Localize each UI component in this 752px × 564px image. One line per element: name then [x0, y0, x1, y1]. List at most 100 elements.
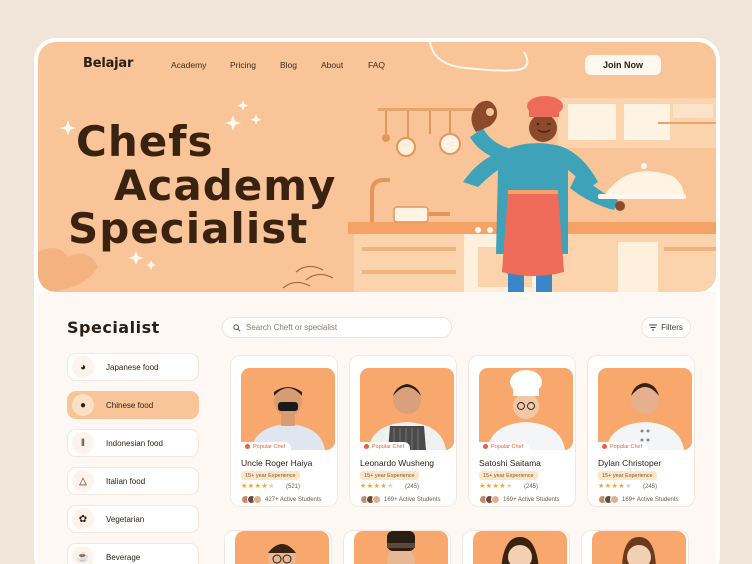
star-icon: ★ — [506, 483, 513, 490]
section-title: Specialist — [67, 318, 160, 337]
avatar — [491, 495, 500, 504]
avatar — [253, 495, 262, 504]
chef-photo — [598, 368, 692, 450]
review-count: (521) — [286, 484, 301, 490]
cup-icon: ☕ — [72, 546, 94, 564]
nav-link-academy[interactable]: Academy — [171, 60, 206, 70]
chef-card[interactable]: Popular Chef Satoshi Saitama 15+ year Expe… — [468, 355, 576, 507]
category-indonesian-food[interactable]: ‖ Indonesian food — [67, 429, 199, 457]
category-italian-food[interactable]: △ Italian food — [67, 467, 199, 495]
chef-photo — [473, 531, 567, 564]
filters-button[interactable]: Filters — [641, 317, 691, 338]
chef-card[interactable]: Popular Chef Leonardo Wusheng 15+ year Exp… — [349, 355, 457, 507]
category-japanese-food[interactable]: ◕ Japanese food — [67, 353, 199, 381]
chef-photo — [235, 531, 329, 564]
category-beverage[interactable]: ☕ Beverage — [67, 543, 199, 564]
badge-dot-icon — [602, 444, 607, 449]
experience-badge: 15+ year Experience — [241, 471, 300, 480]
search-input[interactable]: Search Cheft or specialist — [246, 323, 337, 332]
students-label: 169+ Active Students — [384, 496, 441, 503]
badge-dot-icon — [483, 444, 488, 449]
category-label: Vegetarian — [106, 514, 145, 524]
filters-label: Filters — [661, 323, 683, 332]
category-chinese-food[interactable]: ● Chinese food — [67, 391, 199, 419]
hero-title-line-1: Chefs — [76, 117, 214, 166]
hero-banner: Belajar Academy Pricing Blog About FAQ J… — [38, 42, 716, 292]
bowl-icon: ◕ — [72, 356, 94, 378]
badge-label: Popular Chef — [372, 443, 405, 450]
star-icon: ★ — [387, 483, 394, 490]
active-students: 169+ Active Students — [360, 495, 441, 504]
chef-photo — [241, 368, 335, 450]
star-icon: ★ — [360, 483, 367, 490]
badge-label: Popular Chef — [610, 443, 643, 450]
dumpling-icon: ● — [72, 394, 94, 416]
rating-stars: ★★★★★ — [598, 482, 632, 490]
star-icon: ★ — [241, 483, 248, 490]
avatar — [372, 495, 381, 504]
active-students: 169+ Active Students — [598, 495, 679, 504]
chef-card[interactable] — [581, 530, 689, 564]
search-icon — [233, 323, 241, 332]
chef-name[interactable]: Uncle Roger Haiya — [241, 458, 312, 468]
nav-link-faq[interactable]: FAQ — [368, 60, 385, 70]
students-label: 169+ Active Students — [622, 496, 679, 503]
badge-label: Popular Chef — [491, 443, 524, 450]
badge-dot-icon — [245, 444, 250, 449]
nav-link-about[interactable]: About — [321, 60, 343, 70]
rating-stars: ★★★★★ — [479, 482, 513, 490]
nav-link-blog[interactable]: Blog — [280, 60, 297, 70]
star-icon: ★ — [604, 483, 612, 490]
leaf-icon: ✿ — [72, 508, 94, 530]
chef-photo — [479, 368, 573, 450]
experience-badge: 15+ year Experience — [479, 471, 538, 480]
chef-name[interactable]: Satoshi Saitama — [479, 458, 541, 468]
chef-name[interactable]: Dylan Christoper — [598, 458, 661, 468]
pizza-icon: △ — [72, 470, 94, 492]
active-students: 427+ Active Students — [241, 495, 322, 504]
popular-badge: Popular Chef — [598, 442, 649, 451]
category-label: Japanese food — [106, 362, 159, 372]
category-vegetarian[interactable]: ✿ Vegetarian — [67, 505, 199, 533]
chef-card[interactable]: Popular Chef Dylan Christoper 15+ year Exp… — [587, 355, 695, 507]
star-icon: ★ — [625, 483, 632, 490]
popular-badge: Popular Chef — [479, 442, 530, 451]
category-label: Chinese food — [106, 400, 154, 410]
join-now-button[interactable]: Join Now — [585, 55, 661, 75]
chef-photo — [592, 531, 686, 564]
students-label: 427+ Active Students — [265, 496, 322, 503]
chef-card[interactable]: Popular Chef Uncle Roger Haiya 15+ year Ex… — [230, 355, 338, 507]
star-icon: ★ — [479, 483, 486, 490]
rating-stars: ★★★★★ — [241, 482, 275, 490]
experience-badge: 15+ year Experience — [598, 471, 657, 480]
nav-link-pricing[interactable]: Pricing — [230, 60, 256, 70]
badge-dot-icon — [364, 444, 369, 449]
category-label: Indonesian food — [106, 438, 163, 448]
star-icon: ★ — [485, 483, 493, 490]
search-field[interactable]: Search Cheft or specialist — [222, 317, 452, 338]
top-nav: Belajar Academy Pricing Blog About FAQ J… — [38, 42, 716, 88]
students-label: 169+ Active Students — [503, 496, 560, 503]
chef-card[interactable] — [462, 530, 570, 564]
review-count: (245) — [524, 484, 539, 490]
chef-photo — [360, 368, 454, 450]
chef-photo — [354, 531, 448, 564]
avatar — [610, 495, 619, 504]
review-count: (245) — [405, 484, 420, 490]
popular-badge: Popular Chef — [360, 442, 411, 451]
star-icon: ★ — [247, 483, 255, 490]
chef-card[interactable] — [343, 530, 451, 564]
brand-logo[interactable]: Belajar — [83, 56, 133, 71]
experience-badge: 15+ year Experience — [360, 471, 419, 480]
chef-name[interactable]: Leonardo Wusheng — [360, 458, 434, 468]
chef-card[interactable] — [224, 530, 332, 564]
review-count: (245) — [643, 484, 658, 490]
category-label: Italian food — [106, 476, 146, 486]
filter-icon — [649, 324, 658, 331]
star-icon: ★ — [268, 483, 275, 490]
popular-badge: Popular Chef — [241, 442, 292, 451]
star-icon: ★ — [366, 483, 374, 490]
chopsticks-icon: ‖ — [72, 432, 94, 454]
hero-title-line-3: Specialist — [68, 204, 309, 253]
hero-title-line-2: Academy — [114, 161, 337, 210]
